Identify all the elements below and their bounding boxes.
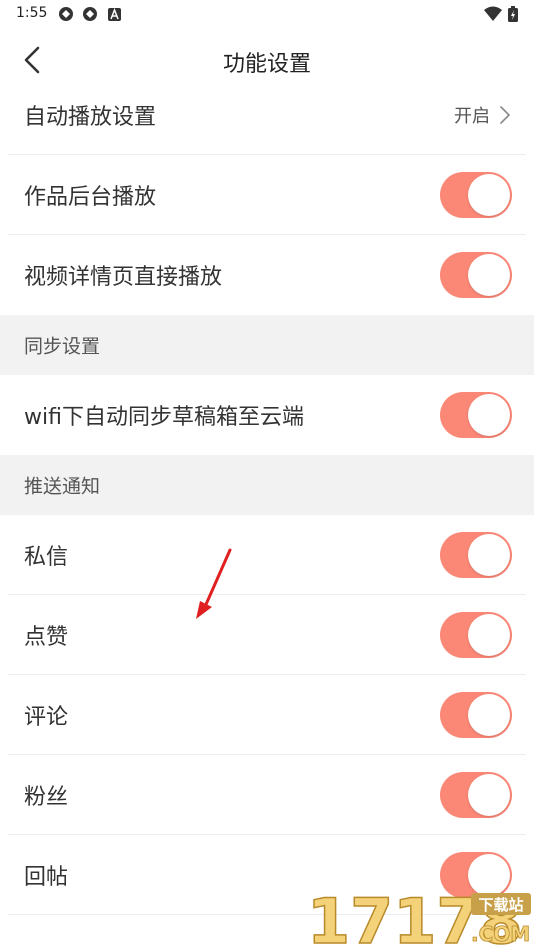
toggle-knob <box>468 394 510 436</box>
text-a-icon <box>108 8 121 21</box>
toggle-knob <box>468 254 510 296</box>
setting-label: 点赞 <box>24 625 69 650</box>
section-title: 同步设置 <box>24 335 101 358</box>
toggle-switch[interactable] <box>440 172 512 218</box>
section-header-push: 推送通知 <box>0 455 534 515</box>
setting-label: 视频详情页直接播放 <box>24 265 223 290</box>
toggle-switch[interactable] <box>440 532 512 578</box>
toggle-knob <box>468 534 510 576</box>
setting-label: 粉丝 <box>24 785 69 810</box>
setting-label: 私信 <box>24 545 69 570</box>
chevron-right-icon <box>500 106 510 124</box>
toggle-knob <box>468 614 510 656</box>
setting-value: 开启 <box>454 106 490 127</box>
toggle-knob <box>468 174 510 216</box>
toggle-knob <box>468 694 510 736</box>
setting-label: 回帖 <box>24 865 69 890</box>
setting-row-wifi-sync: wifi下自动同步草稿箱至云端 <box>0 375 534 455</box>
watermark-badge: 下载站 <box>478 896 523 914</box>
page-title: 功能设置 <box>222 52 311 77</box>
battery-icon <box>508 6 518 22</box>
status-bar: 1:55 <box>0 0 534 30</box>
setting-label: 作品后台播放 <box>24 185 157 210</box>
annotation-arrow-icon <box>196 548 232 619</box>
setting-label: 评论 <box>24 705 69 730</box>
section-title: 推送通知 <box>24 475 101 498</box>
section-header-sync: 同步设置 <box>0 315 534 375</box>
toggle-switch[interactable] <box>440 252 512 298</box>
toggle-switch[interactable] <box>440 612 512 658</box>
toggle-switch[interactable] <box>440 692 512 738</box>
setting-row-autoplay[interactable]: 自动播放设置 开启 <box>0 75 534 155</box>
setting-row-comments: 评论 <box>0 675 534 755</box>
setting-label: 自动播放设置 <box>24 105 157 130</box>
setting-row-detail-autoplay: 视频详情页直接播放 <box>0 235 534 315</box>
sync-icon <box>83 7 97 21</box>
setting-row-private-message: 私信 <box>0 515 534 595</box>
settings-list: 自动播放设置 开启 作品后台播放 视频详情页直接播放 同步设置 wifi下自动同… <box>0 75 534 915</box>
toggle-switch[interactable] <box>440 772 512 818</box>
setting-label: wifi下自动同步草稿箱至云端 <box>24 405 304 430</box>
setting-row-background-play: 作品后台播放 <box>0 155 534 235</box>
setting-row-likes: 点赞 <box>0 595 534 675</box>
wifi-icon <box>484 6 502 21</box>
sync-icon <box>59 7 73 21</box>
toggle-knob <box>468 774 510 816</box>
status-time: 1:55 <box>16 5 48 21</box>
setting-row-fans: 粉丝 <box>0 755 534 835</box>
watermark-suffix: .COM <box>471 922 530 946</box>
watermark-logo: 17178 下载站 .COM <box>306 885 531 950</box>
toggle-switch[interactable] <box>440 392 512 438</box>
